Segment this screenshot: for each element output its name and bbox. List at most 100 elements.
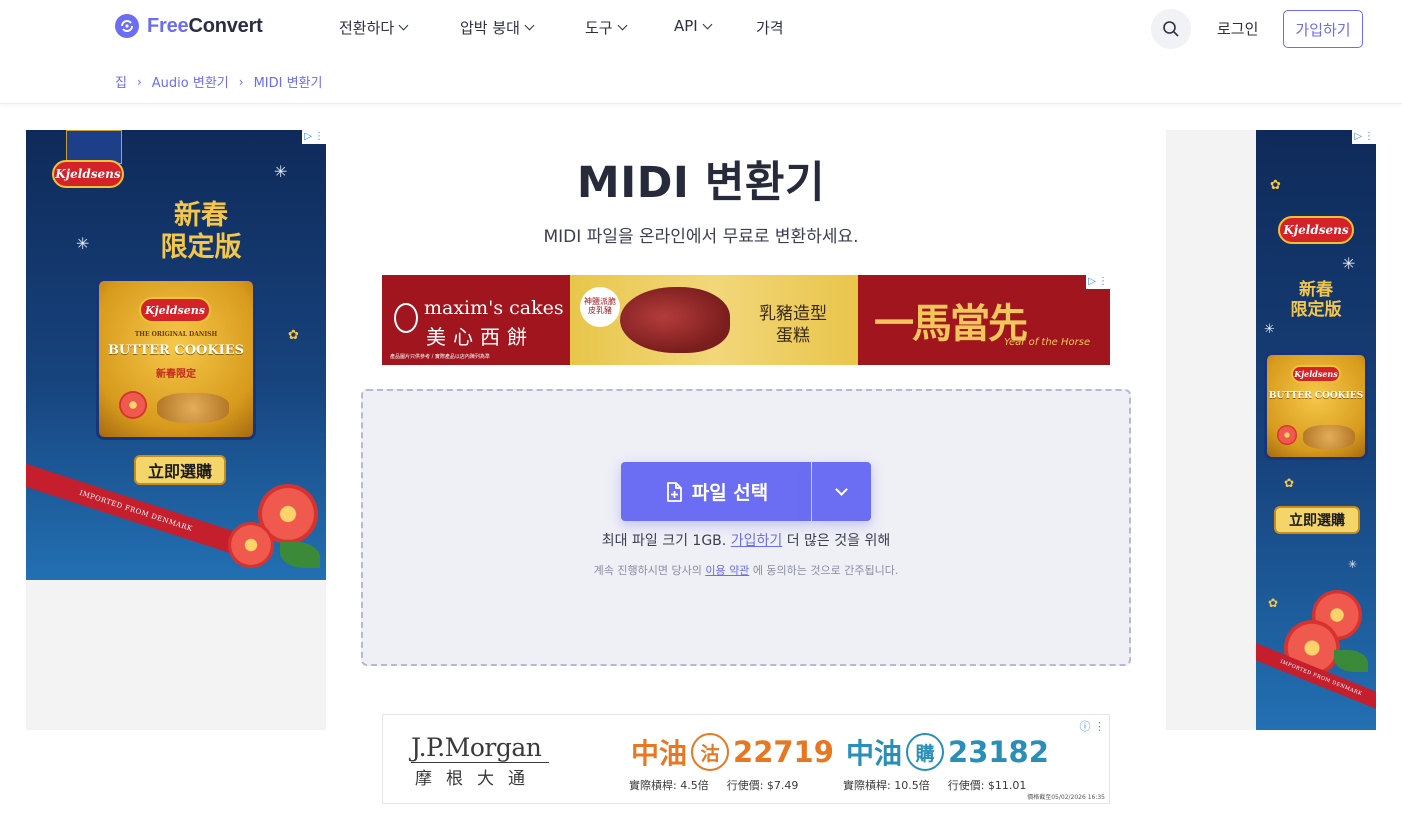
call-leverage: 實際槓桿: 10.5倍 — [843, 779, 930, 792]
sparkle-icon: ✳ — [1348, 558, 1358, 571]
put-details: 實際槓桿: 4.5倍 行使價: $7.49 — [629, 777, 798, 793]
nav-pricing-label: 가격 — [756, 19, 784, 37]
chevron-down-icon — [398, 20, 409, 31]
cookie-tin: Kjeldsens THE ORIGINAL DANISH BUTTER COO… — [96, 278, 256, 440]
limit-suffix: 더 많은 것을 위해 — [786, 533, 891, 549]
ad-info-icon[interactable]: ⓘ ⋮ — [1080, 718, 1106, 734]
put-price: 行使價: $7.49 — [726, 779, 799, 792]
breadcrumb: 집 › Audio 변환기 › MIDI 변환기 — [115, 72, 323, 92]
right-ad-slot: ▷ ⋮ ✿ Kjeldsens ✳ 新春 限定版 ✳ Kjeldsens BUTTE… — [1166, 130, 1376, 730]
nav-tools[interactable]: 도구 — [585, 17, 628, 38]
signup-button[interactable]: 가입하기 — [1283, 10, 1363, 48]
leaf-decoration — [280, 542, 320, 568]
freeconvert-logo[interactable]: FreeConvert — [115, 14, 263, 38]
divider — [411, 762, 549, 763]
chevron-right-icon: › — [238, 74, 244, 89]
call-warrant: 中油 購 23182 — [846, 732, 1049, 772]
left-ad-slot: ▷ ⋮ Kjeldsens 新春 限定版 ✳ ✳ ✿ Kjeldsens THE O… — [26, 130, 326, 730]
call-code: 23182 — [948, 735, 1049, 769]
file-drop-zone[interactable] — [361, 389, 1131, 666]
ad-buy-now-button[interactable]: 立即選購 — [1274, 506, 1360, 534]
adchoices-icon[interactable]: ▷ — [1354, 131, 1362, 143]
upload-source-dropdown[interactable] — [812, 462, 871, 521]
maxims-slogan-en: Year of the Horse — [1004, 337, 1091, 348]
put-badge: 沽 — [691, 733, 730, 771]
tin-label-cn: 新春限定 — [156, 369, 196, 380]
flower-decoration — [119, 391, 147, 419]
jpmorgan-logo-cn: 摩根大通 — [415, 769, 539, 789]
logo-text: FreeConvert — [147, 14, 263, 37]
chevron-down-icon — [524, 20, 535, 31]
breadcrumb-current: MIDI 변환기 — [253, 76, 323, 91]
adchoices[interactable]: ▷ ⋮ — [1352, 130, 1376, 144]
breadcrumb-audio-converter[interactable]: Audio 변환기 — [152, 72, 229, 91]
adchoices-icon[interactable]: ▷ — [1088, 276, 1096, 288]
nav-tools-label: 도구 — [585, 19, 613, 37]
piglet-cake-image — [620, 287, 730, 353]
put-leverage: 實際槓桿: 4.5倍 — [629, 779, 709, 792]
chevron-down-icon — [617, 20, 628, 31]
ad-menu-icon[interactable]: ⋮ — [1098, 276, 1108, 288]
kjeldsens-ad-skyscraper[interactable]: ▷ ⋮ ✿ Kjeldsens ✳ 新春 限定版 ✳ Kjeldsens BUTTE… — [1256, 130, 1376, 730]
freeconvert-logo-icon — [115, 14, 139, 38]
call-price: 行使價: $11.01 — [947, 779, 1027, 792]
page-subtitle: MIDI 파일을 온라인에서 무료로 변환하세요. — [543, 227, 859, 247]
cookies-image — [157, 393, 229, 423]
blossom-icon: ✿ — [1284, 476, 1295, 490]
nav-convert-label: 전환하다 — [339, 19, 395, 37]
nav-convert[interactable]: 전환하다 — [339, 17, 409, 38]
call-warrant-name: 中油 — [846, 737, 903, 770]
terms-notice: 계속 진행하시면 당사의 이용 약관 에 동의하는 것으로 간주됩니다. — [361, 562, 1131, 578]
maxims-fineprint: 產品圖片只供參考 / 實際產品以店內陳列為準 — [390, 354, 490, 360]
ad-headline: 新春 限定版 — [1290, 280, 1342, 321]
tin-logo: Kjeldsens — [1291, 365, 1341, 383]
tin-small-text: THE ORIGINAL DANISH — [134, 331, 218, 338]
login-link[interactable]: 로그인 — [1217, 18, 1258, 39]
search-icon — [1163, 21, 1179, 37]
leaf-decoration — [1334, 650, 1368, 672]
maxims-tag: 神鹽派脆皮乳豬 — [580, 287, 620, 327]
ad-menu-icon[interactable]: ⋮ — [1364, 131, 1374, 143]
tin-logo: Kjeldsens — [139, 297, 211, 323]
nav-api[interactable]: API — [674, 17, 713, 35]
nav-pricing[interactable]: 가격 — [756, 17, 784, 38]
ad-buy-now-button[interactable]: 立即選購 — [134, 455, 226, 485]
flower-decoration — [228, 522, 274, 568]
sparkle-icon: ✳ — [1264, 322, 1275, 337]
blossom-icon: ✿ — [288, 328, 299, 343]
maxims-brand-en: maxim's cakes — [424, 297, 564, 319]
maxims-slogan-panel: ▷ ⋮ 一馬當先 Year of the Horse — [858, 275, 1110, 365]
maxims-brand-cn: 美心西餅 — [426, 325, 534, 349]
tin-label: BUTTER COOKIES — [1268, 391, 1364, 401]
adchoices[interactable]: ▷ ⋮ — [302, 130, 326, 144]
cookie-tin: Kjeldsens BUTTER COOKIES — [1264, 352, 1368, 460]
signup-link[interactable]: 가입하기 — [731, 533, 783, 549]
cookies-image — [1303, 425, 1355, 449]
limit-text: 최대 파일 크기 1GB. — [601, 533, 727, 549]
ad-menu-icon[interactable]: ⋮ — [314, 131, 324, 143]
maxims-brand-panel: maxim's cakes 美心西餅 產品圖片只供參考 / 實際產品以店內陳列為… — [382, 275, 570, 365]
maxims-product-panel: 神鹽派脆皮乳豬 乳豬造型 蛋糕 — [570, 275, 858, 365]
chevron-down-icon — [835, 483, 848, 496]
put-warrant: 中油 沽 22719 — [631, 732, 834, 772]
file-size-limit: 최대 파일 크기 1GB. 가입하기 더 많은 것을 위해 — [361, 530, 1131, 550]
choose-files-button[interactable]: 파일 선택 — [621, 462, 811, 521]
nav-compress[interactable]: 압박 붕대 — [460, 17, 535, 38]
jpmorgan-footnote: 價格截至05/02/2026 16:35 — [1027, 794, 1105, 801]
breadcrumb-bar: 집 › Audio 변환기 › MIDI 변환기 — [0, 56, 1402, 104]
call-badge: 購 — [906, 733, 945, 771]
terms-text: 계속 진행하시면 당사의 — [593, 564, 702, 577]
jpmorgan-logo: J.P.Morgan — [411, 733, 542, 762]
breadcrumb-home[interactable]: 집 — [115, 72, 127, 91]
terms-link[interactable]: 이용 약관 — [705, 564, 749, 577]
adchoices[interactable]: ▷ ⋮ — [1086, 275, 1110, 289]
adchoices-icon[interactable]: ▷ — [304, 131, 312, 143]
put-warrant-name: 中油 — [631, 737, 688, 770]
maxims-product-name: 乳豬造型 蛋糕 — [759, 304, 827, 347]
search-button[interactable] — [1151, 9, 1191, 49]
jpmorgan-ad[interactable]: ⓘ ⋮ J.P.Morgan 摩根大通 中油 沽 22719 實際槓桿: 4.5… — [382, 714, 1110, 804]
sparkle-icon: ✳ — [1342, 254, 1356, 273]
maxims-cakes-ad[interactable]: maxim's cakes 美心西餅 產品圖片只供參考 / 實際產品以店內陳列為… — [382, 275, 1110, 365]
blossom-icon: ✿ — [1268, 596, 1279, 610]
chevron-right-icon: › — [136, 74, 142, 89]
